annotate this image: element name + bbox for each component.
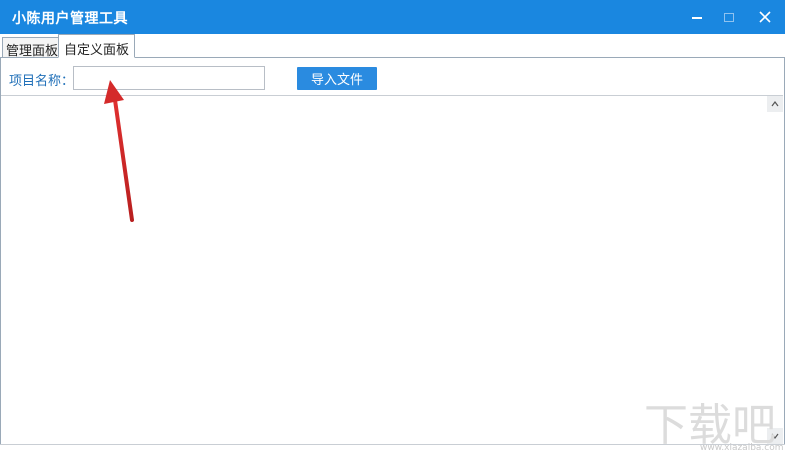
scroll-up-icon bbox=[771, 101, 779, 107]
close-button[interactable] bbox=[748, 0, 782, 34]
tab-custom-panel[interactable]: 自定义面板 bbox=[58, 34, 136, 58]
content-area bbox=[1, 95, 783, 445]
watermark-url: www.xiazaiba.com bbox=[700, 443, 784, 453]
title-bar: 小陈用户管理工具 bbox=[0, 0, 785, 34]
window-title: 小陈用户管理工具 bbox=[12, 11, 128, 27]
scroll-up-button[interactable] bbox=[767, 96, 783, 112]
tab-management-panel[interactable]: 管理面板 bbox=[2, 37, 63, 59]
maximize-icon bbox=[724, 12, 734, 22]
minimize-icon bbox=[692, 17, 702, 19]
project-name-label: 项目名称： bbox=[9, 74, 75, 89]
minimize-button[interactable] bbox=[680, 0, 714, 34]
vertical-scrollbar[interactable] bbox=[767, 96, 783, 444]
project-name-input[interactable] bbox=[73, 66, 265, 90]
import-file-button[interactable]: 导入文件 bbox=[297, 67, 377, 90]
maximize-button[interactable] bbox=[712, 0, 746, 34]
close-icon bbox=[759, 11, 771, 23]
